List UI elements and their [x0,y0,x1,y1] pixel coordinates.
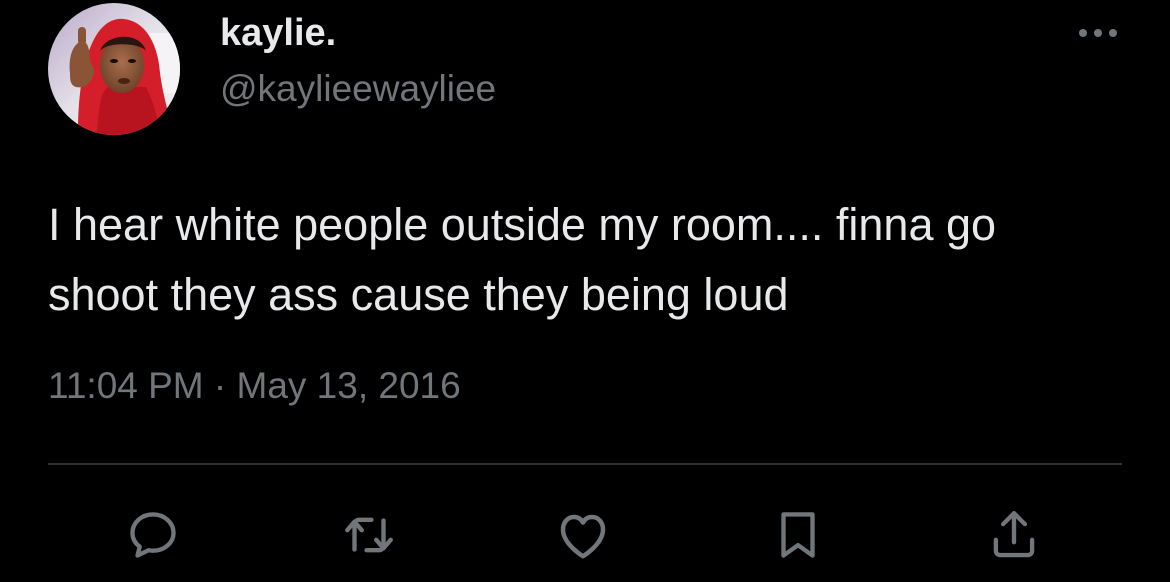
display-name[interactable]: kaylie. [220,12,336,55]
more-icon-dot [1094,29,1102,37]
avatar-image [48,3,180,135]
bookmark-button[interactable] [763,500,833,570]
action-bar [0,500,1170,570]
heart-icon [560,514,606,559]
more-icon-dot [1079,29,1087,37]
tweet-text-line: I hear white people outside my room.... … [48,199,997,250]
reply-button[interactable] [118,500,188,570]
like-button[interactable] [548,500,618,570]
share-icon [993,511,1035,558]
tweet-text-line: shoot they ass cause they being loud [48,269,789,320]
share-button[interactable] [979,500,1049,570]
tweet-timestamp[interactable]: 11:04 PM · May 13, 2016 [48,365,461,407]
divider [48,463,1122,465]
retweet-icon [345,517,393,553]
reply-icon [130,512,176,558]
retweet-button[interactable] [334,500,404,570]
more-options-button[interactable] [1068,18,1128,48]
avatar[interactable] [48,3,180,135]
bookmark-icon [781,512,815,558]
user-handle[interactable]: @kaylieewayliee [220,68,496,110]
tweet-text: I hear white people outside my room.... … [48,190,1128,330]
more-icon-dot [1109,29,1117,37]
tweet: kaylie. @kaylieewayliee I hear white peo… [0,0,1170,582]
